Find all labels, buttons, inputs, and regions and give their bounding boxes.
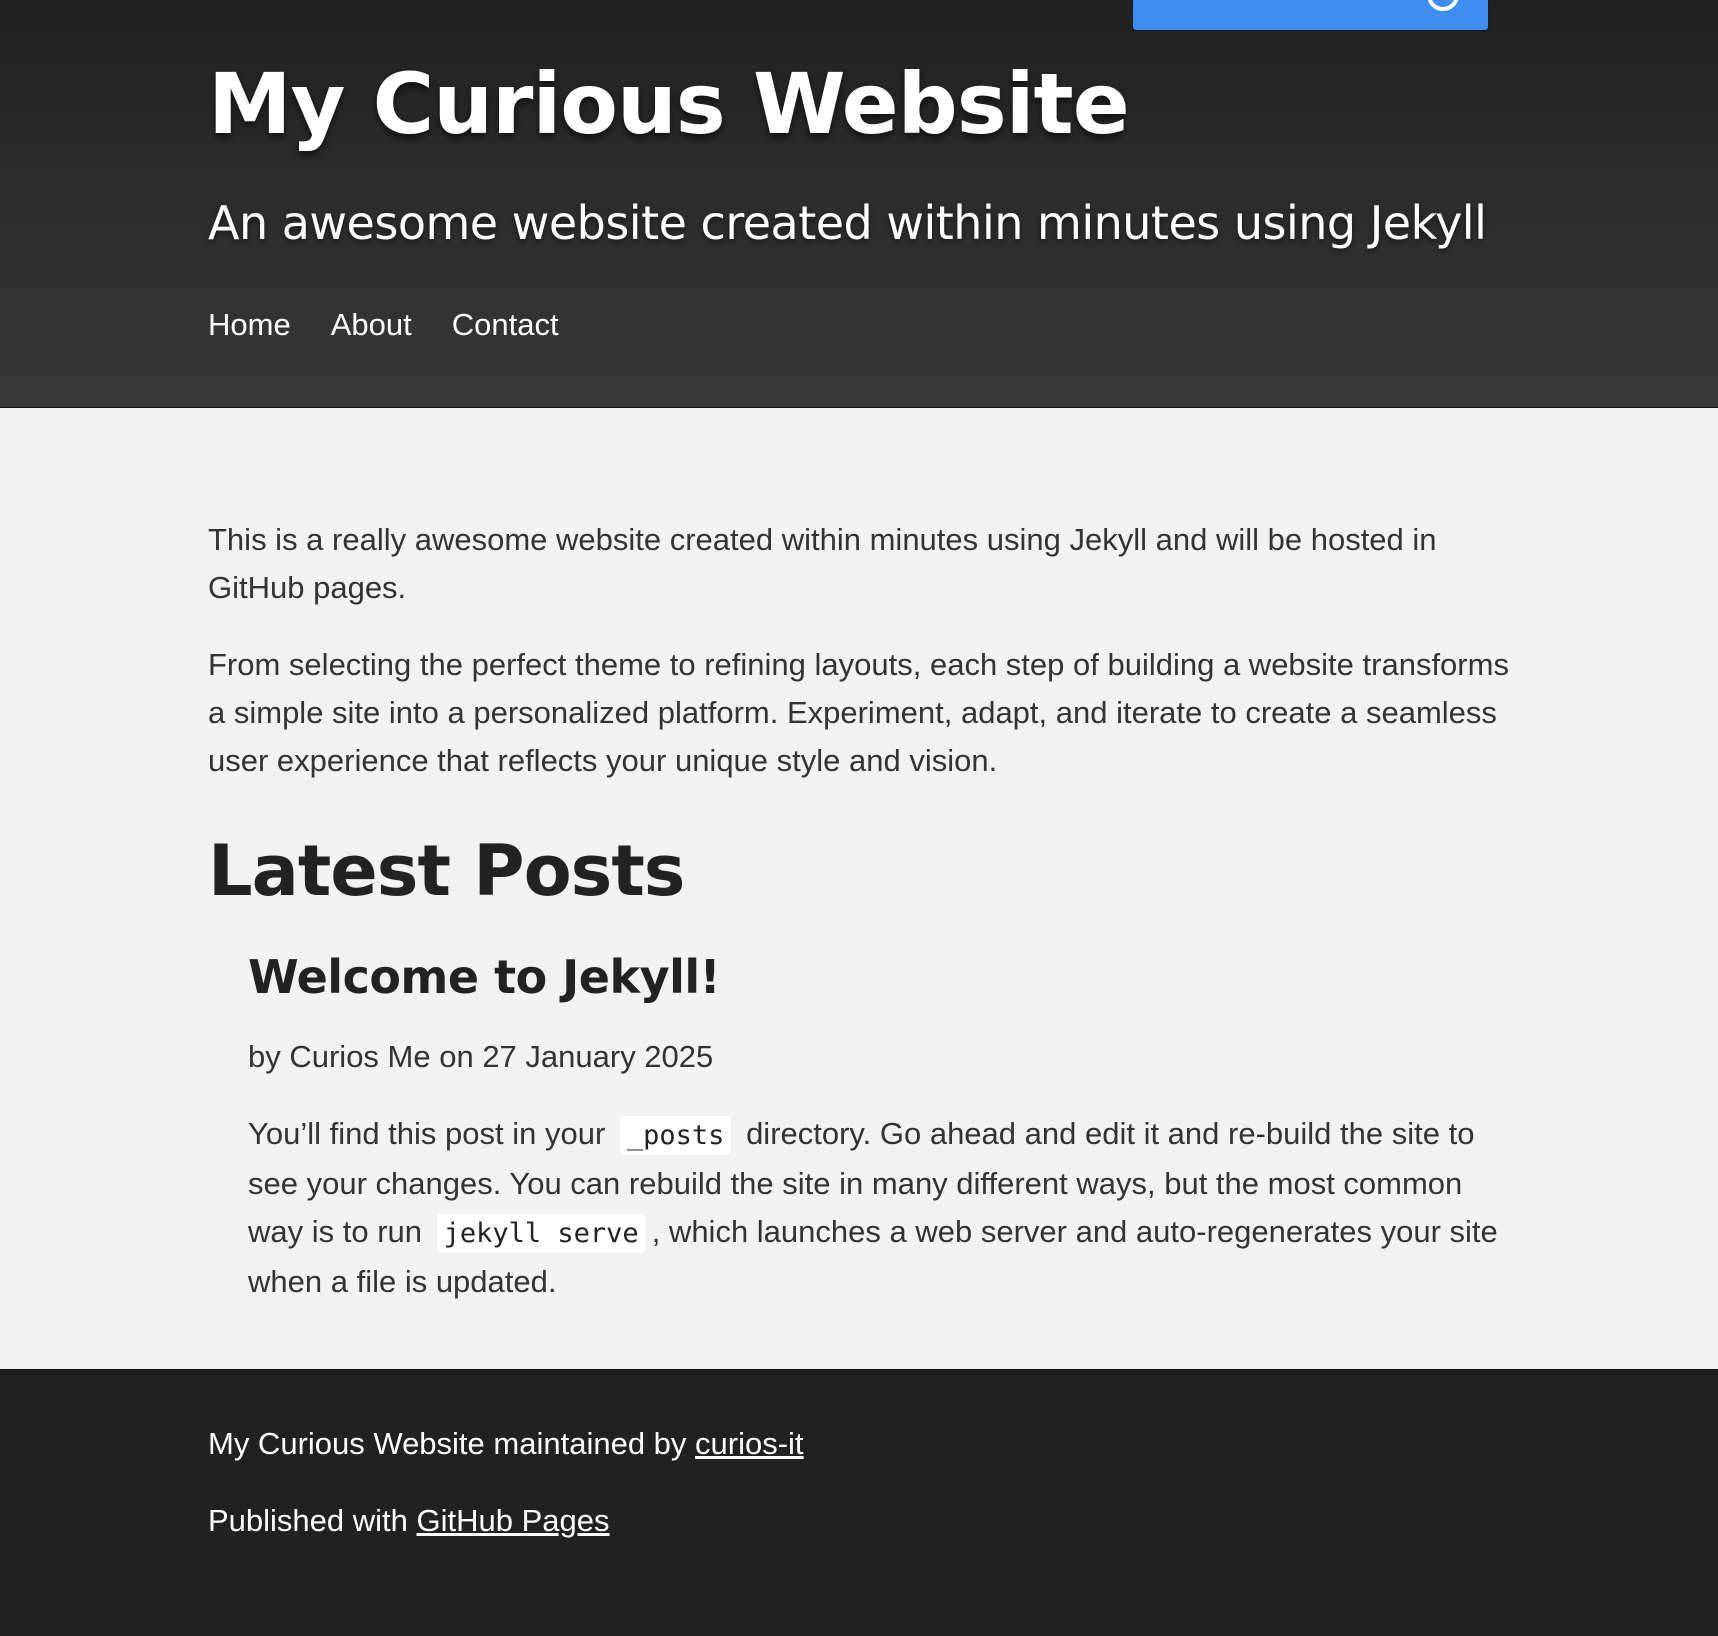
intro-paragraph: From selecting the perfect theme to refi… bbox=[208, 647, 1509, 778]
inline-code-jekyll-serve: jekyll serve bbox=[436, 1214, 646, 1254]
site-header: My Curious Website An awesome website cr… bbox=[0, 0, 1718, 408]
main-content: This is a really awesome website created… bbox=[0, 408, 1718, 1369]
main-nav: Home About Contact bbox=[208, 303, 559, 347]
intro-paragraph: This is a really awesome website created… bbox=[208, 522, 1437, 605]
inline-code-posts: _posts bbox=[619, 1116, 732, 1156]
nav-link-home[interactable]: Home bbox=[208, 303, 291, 347]
nav-link-about[interactable]: About bbox=[331, 303, 412, 347]
post-title-link[interactable]: Welcome to Jekyll! bbox=[248, 950, 1518, 1005]
footer-maintained-text: My Curious Website maintained by bbox=[208, 1426, 696, 1461]
post-meta: by Curios Me on 27 January 2025 bbox=[248, 1039, 714, 1075]
github-icon bbox=[1428, 0, 1458, 11]
site-footer: My Curious Website maintained by curios-… bbox=[0, 1369, 1718, 1636]
post-excerpt-text: You’ll find this post in your bbox=[248, 1116, 614, 1152]
maintainer-link[interactable]: curios-it bbox=[695, 1426, 804, 1461]
post-excerpt-text: , which launches a web server and auto-r… bbox=[248, 1214, 1498, 1300]
latest-posts-heading: Latest Posts bbox=[208, 830, 685, 912]
footer-published: Published with GitHub Pages bbox=[208, 1497, 1718, 1545]
site-tagline: An awesome website created within minute… bbox=[208, 196, 1487, 250]
view-on-github-button[interactable] bbox=[1133, 0, 1488, 30]
site-title: My Curious Website bbox=[208, 55, 1130, 153]
post-excerpt: You’ll find this post in your _posts dir… bbox=[248, 1110, 1518, 1306]
post-item: Welcome to Jekyll! by Curios Me on 27 Ja… bbox=[248, 950, 1518, 1306]
footer-maintained: My Curious Website maintained by curios-… bbox=[208, 1420, 1718, 1468]
footer-published-text: Published with bbox=[208, 1503, 417, 1538]
nav-link-contact[interactable]: Contact bbox=[452, 303, 559, 347]
github-pages-link[interactable]: GitHub Pages bbox=[417, 1503, 610, 1538]
